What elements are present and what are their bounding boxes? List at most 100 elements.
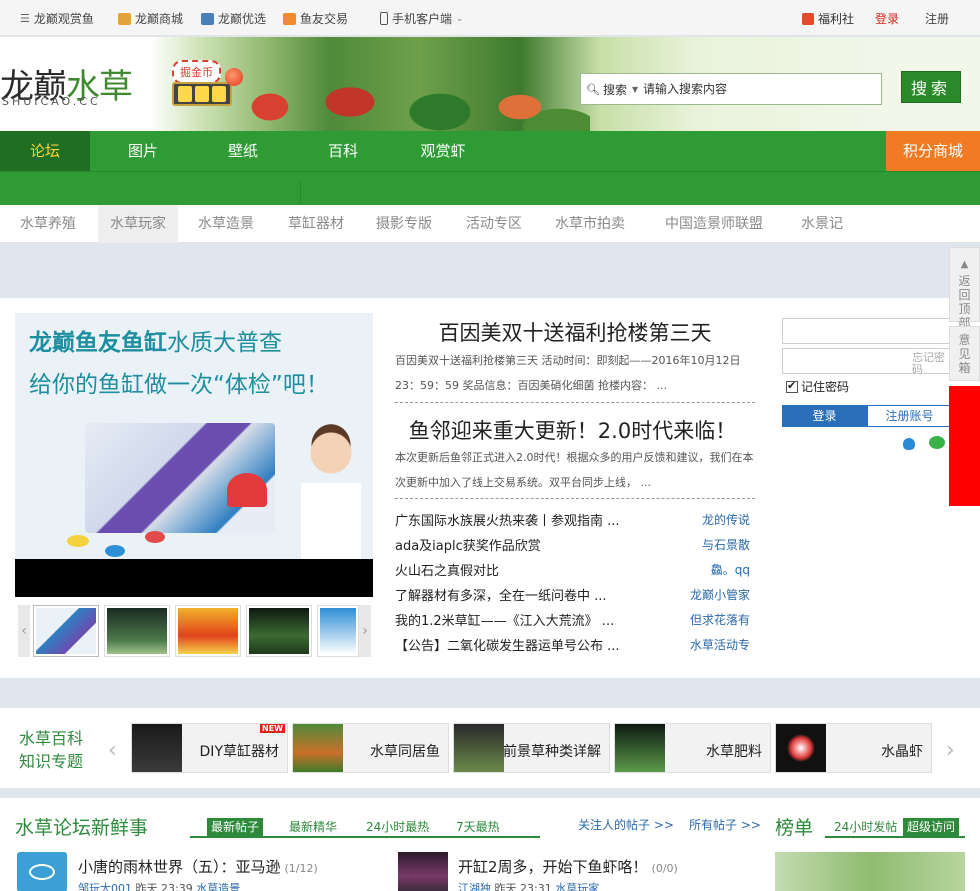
post-meta: 邹玩大001 昨天 23:39 水草造景: [78, 882, 241, 891]
coin-ball-icon: [225, 68, 243, 86]
card-image: [293, 724, 343, 772]
topbar-login-link[interactable]: 登录: [875, 10, 899, 27]
mall-icon: [118, 12, 131, 25]
back-to-top-button[interactable]: ▲ 返回顶部: [949, 247, 980, 330]
knowledge-card[interactable]: DIY草缸器材 NEW: [131, 723, 288, 773]
search-input[interactable]: [643, 75, 873, 103]
search-scope-select[interactable]: 🔍︎ 搜索 ▼: [581, 81, 643, 98]
search-box: 🔍︎ 搜索 ▼: [580, 73, 882, 105]
topbar-register-link[interactable]: 注册: [925, 10, 949, 27]
knowledge-card[interactable]: 前景草种类详解: [453, 723, 610, 773]
slide-thumb[interactable]: [317, 605, 359, 657]
subnav-item-cultivation[interactable]: 水草养殖: [8, 205, 88, 243]
card-image: [776, 724, 826, 772]
thumb-prev-arrow[interactable]: ‹: [18, 605, 30, 657]
heart-icon: [227, 473, 267, 507]
checkbox-icon[interactable]: [786, 379, 798, 393]
list-item[interactable]: 【公告】二氧化碳发生器运单号公布 ... 水草活动专: [395, 631, 750, 656]
nav-points-mall[interactable]: 积分商城: [886, 131, 980, 171]
headline-title[interactable]: 鱼邻迎来重大更新！2.0时代来临！: [395, 415, 750, 445]
list-item[interactable]: 广东国际水族展火热来袭丨参观指南 ... 龙的传说: [395, 506, 750, 531]
post-title[interactable]: 开缸2周多，开始下鱼虾咯！ (0/0): [458, 856, 678, 877]
register-button[interactable]: 注册账号: [867, 405, 952, 427]
list-item[interactable]: 我的1.2米草缸——《江入大荒流》 ... 但求花落有: [395, 606, 750, 631]
tab-latest-posts[interactable]: 最新帖子: [207, 818, 264, 836]
rank-image[interactable]: [775, 852, 965, 891]
select-icon: [201, 12, 214, 25]
remember-password-checkbox[interactable]: 记住密码: [786, 378, 849, 395]
wechat-icon[interactable]: [929, 436, 945, 449]
slide-thumb[interactable]: [246, 605, 312, 657]
username-field[interactable]: [782, 318, 960, 344]
headline-title[interactable]: 百因美双十送福利抢楼第三天: [395, 317, 755, 347]
post-thumbnail[interactable]: [398, 852, 448, 891]
forum-title: 水草论坛新鲜事: [15, 817, 149, 839]
tab-latest-essence[interactable]: 最新精华: [285, 818, 341, 836]
subnav-item-equipment[interactable]: 草缸器材: [276, 205, 356, 243]
subnav-item-auction[interactable]: 水草市拍卖: [548, 205, 632, 243]
topbar-link-fish[interactable]: ☰ 龙巅观赏鱼: [20, 10, 94, 27]
subnav-item-photography[interactable]: 摄影专版: [364, 205, 444, 243]
subnav-item-landscaping[interactable]: 水草造景: [186, 205, 266, 243]
list-item[interactable]: ada及iaplc获奖作品欣赏 与石景散: [395, 531, 750, 556]
subnav-item-union[interactable]: 中国造景师联盟: [656, 205, 772, 243]
knowledge-card[interactable]: 水晶虾: [775, 723, 932, 773]
new-badge: NEW: [260, 724, 285, 733]
nav-item-shrimp[interactable]: 观赏虾: [400, 131, 486, 171]
login-button[interactable]: 登录: [782, 405, 867, 427]
list-item[interactable]: 了解器材有多深，全在一纸问卷中 ... 龙巅小管家: [395, 581, 750, 606]
knowledge-title: 水草百科知识专题: [19, 729, 84, 771]
headline-desc: 百因美双十送福利抢楼第三天 活动时间：即刻起——2016年10月12日23：59…: [395, 354, 741, 392]
banner-plants-image: [230, 67, 590, 131]
nav-item-images[interactable]: 图片: [100, 131, 186, 171]
slide-thumb[interactable]: [104, 605, 170, 657]
gift-icon: [802, 12, 814, 25]
topbar-link-mobile[interactable]: 手机客户端 ⌄: [380, 10, 464, 27]
knowledge-next-arrow[interactable]: ›: [946, 738, 955, 763]
coin-badge[interactable]: 掘金币: [172, 60, 221, 84]
slide-thumbnails: ‹ ›: [18, 605, 373, 657]
followed-posts-link[interactable]: 关注人的帖子 >>: [578, 816, 674, 833]
slide-title-line2: 给你的鱼缸做一次“体检”吧！: [29, 372, 329, 398]
side-red-ad[interactable]: [949, 386, 980, 506]
slot-machine-icon[interactable]: [172, 82, 232, 106]
fish-icon: [105, 545, 125, 557]
feedback-button[interactable]: 意见箱: [949, 326, 980, 381]
subnav-item-events[interactable]: 活动专区: [454, 205, 534, 243]
dashed-divider: [395, 402, 755, 403]
search-button[interactable]: 搜索: [901, 71, 961, 103]
knowledge-prev-arrow[interactable]: ‹: [108, 738, 117, 763]
qq-icon[interactable]: [903, 438, 915, 450]
subnav-item-players[interactable]: 水草玩家: [98, 205, 178, 243]
forgot-password-link[interactable]: 忘记密码: [912, 352, 952, 376]
subnav-item-diary[interactable]: 水景记: [790, 205, 854, 243]
thumb-next-arrow[interactable]: ›: [359, 605, 371, 657]
nav-item-wallpaper[interactable]: 壁纸: [200, 131, 286, 171]
slideshow-image[interactable]: 龙巅鱼友鱼缸水质大普查 给你的鱼缸做一次“体检”吧！: [15, 313, 373, 597]
post-title[interactable]: 小唐的雨林世界（五）：亚马逊 (1/12): [78, 856, 318, 877]
list-item[interactable]: 火山石之真假对比 鱻。qq: [395, 556, 750, 581]
topbar-link-welfare[interactable]: 福利社: [802, 10, 854, 27]
tab-7d-hot[interactable]: 7天最热: [452, 818, 504, 836]
slide-thumb[interactable]: [33, 605, 99, 657]
all-posts-link[interactable]: 所有帖子 >>: [689, 816, 761, 833]
slide-caption-bar: [15, 559, 373, 597]
rank-title: 榜单: [775, 817, 814, 839]
nav-divider-line: [0, 171, 980, 172]
topbar-link-mall[interactable]: 龙巅商城: [118, 10, 183, 27]
topbar-link-select[interactable]: 龙巅优选: [201, 10, 266, 27]
topbar-link-trade[interactable]: 鱼友交易: [283, 10, 348, 27]
doctor-illustration: [301, 413, 361, 563]
tab-rank-super-visit[interactable]: 超级访问: [903, 818, 960, 836]
slide-thumb[interactable]: [175, 605, 241, 657]
nav-item-forum[interactable]: 论坛: [0, 131, 90, 171]
dashed-divider: [395, 498, 755, 499]
post-thumbnail[interactable]: [17, 852, 67, 891]
knowledge-card[interactable]: 水草肥料: [614, 723, 771, 773]
arrow-up-icon: ▲: [960, 259, 969, 270]
nav-item-wiki[interactable]: 百科: [300, 131, 386, 171]
knowledge-card[interactable]: 水草同居鱼: [292, 723, 449, 773]
tab-rank-24h-posts[interactable]: 24小时发帖: [830, 818, 901, 836]
card-image: [615, 724, 665, 772]
tab-24h-hot[interactable]: 24小时最热: [362, 818, 433, 836]
